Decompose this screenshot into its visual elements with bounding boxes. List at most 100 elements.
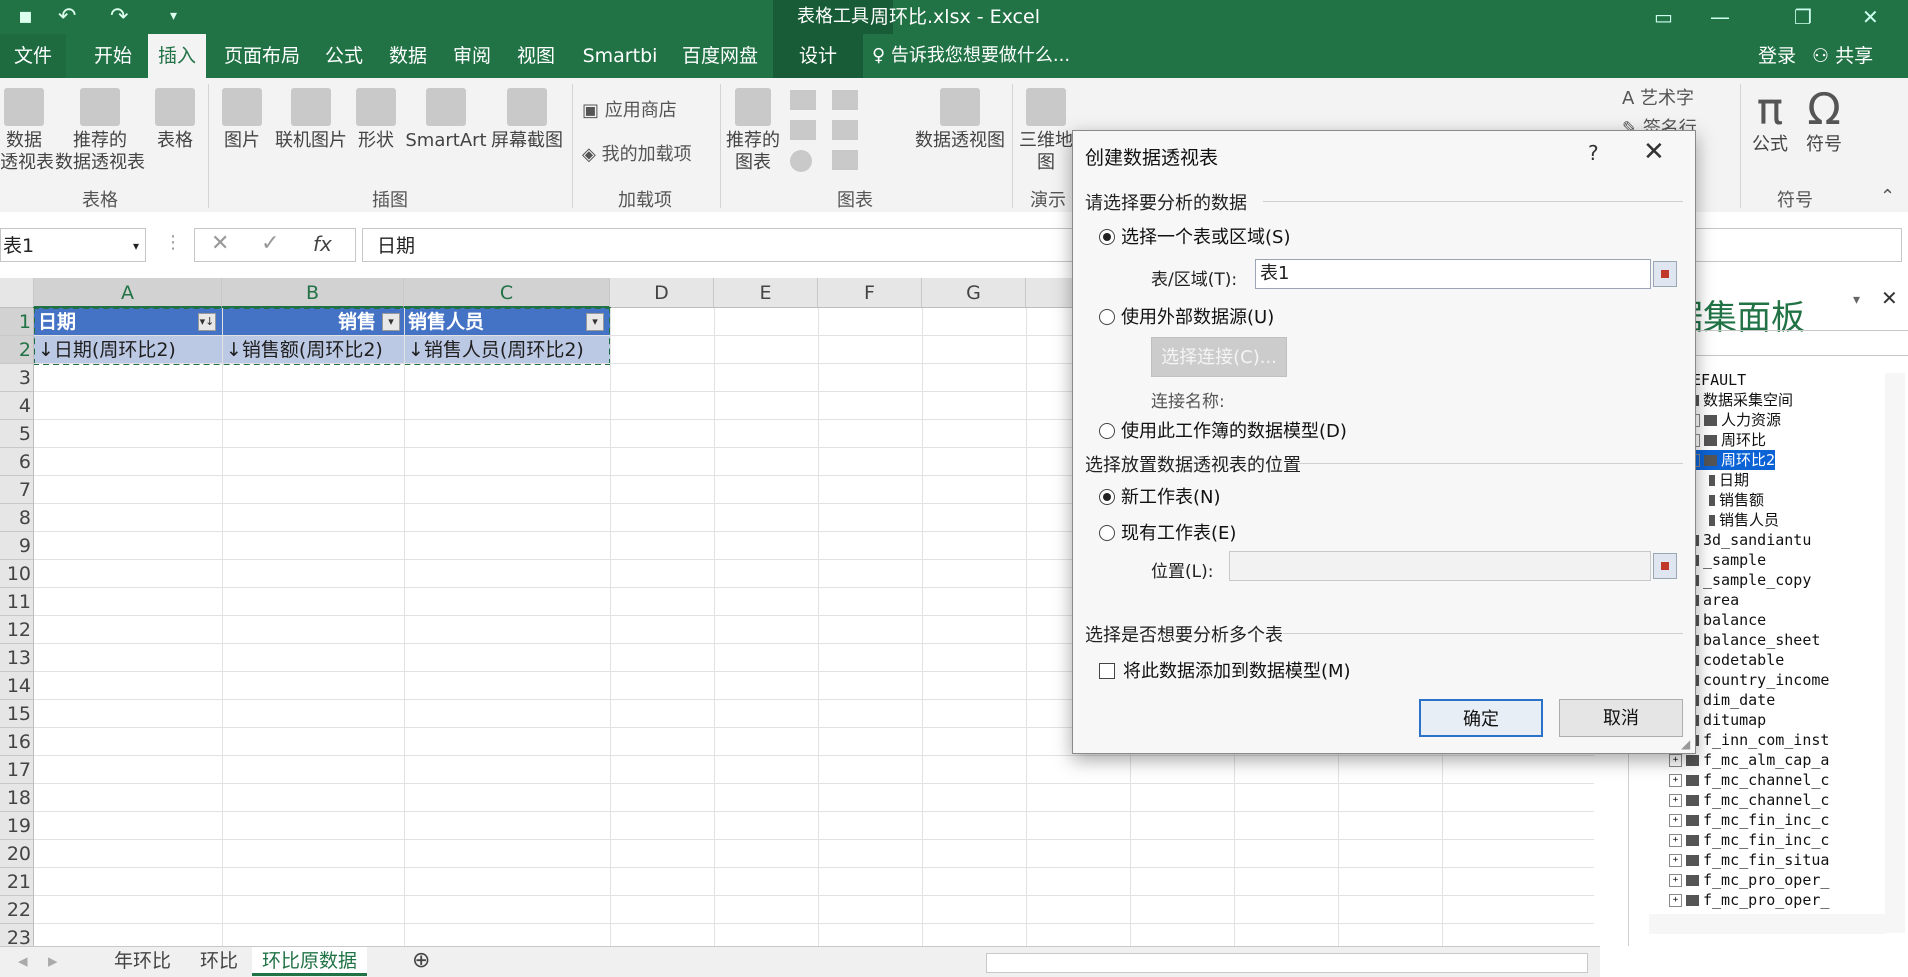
hierarchy-chart-icon[interactable] bbox=[832, 90, 858, 110]
undo-icon[interactable]: ↶ bbox=[58, 4, 76, 29]
name-box-dropdown-icon[interactable]: ▾ bbox=[133, 229, 139, 263]
pivot-table-button[interactable]: 数据 透视表 bbox=[0, 88, 54, 174]
radio-select-table[interactable]: 选择一个表或区域(S) bbox=[1099, 223, 1290, 249]
tab-review[interactable]: 审阅 bbox=[446, 34, 498, 78]
tab-page-layout[interactable]: 页面布局 bbox=[216, 34, 308, 78]
customize-qat-icon[interactable]: ▾ bbox=[170, 8, 177, 24]
sheet-tab[interactable]: 年环比 bbox=[114, 947, 171, 975]
tree-item[interactable]: 销售人员 bbox=[1709, 510, 1779, 530]
redo-icon[interactable]: ↷ bbox=[110, 4, 128, 29]
add-to-data-model-checkbox[interactable]: 将此数据添加到数据模型(M) bbox=[1099, 657, 1351, 683]
wordart-button[interactable]: A 艺术字 bbox=[1622, 84, 1694, 110]
chart-type-gallery[interactable] bbox=[790, 90, 910, 172]
panel-hscrollbar[interactable] bbox=[1649, 914, 1885, 934]
my-addins-button[interactable]: ◈ 我的加载项 bbox=[582, 140, 692, 166]
expand-toggle-icon[interactable]: + bbox=[1669, 854, 1682, 867]
sheet-tab-active[interactable]: 环比原数据 bbox=[252, 947, 368, 976]
expand-toggle-icon[interactable]: + bbox=[1669, 754, 1682, 767]
row-header[interactable]: 11 bbox=[0, 588, 34, 616]
tree-item[interactable]: 日期 bbox=[1709, 470, 1749, 490]
scatter-chart-icon[interactable] bbox=[832, 150, 858, 170]
row-header[interactable]: 7 bbox=[0, 476, 34, 504]
row-header[interactable]: 19 bbox=[0, 812, 34, 840]
scroll-left-icon[interactable]: ◂ bbox=[18, 947, 28, 975]
tree-item[interactable]: + f_mc_pro_oper_ bbox=[1669, 870, 1829, 890]
tell-me-search[interactable]: ♀ 告诉我您想要做什么... bbox=[872, 34, 1070, 78]
tab-design[interactable]: 设计 bbox=[773, 34, 863, 78]
col-header-c[interactable]: C bbox=[404, 278, 610, 308]
col-header-b[interactable]: B bbox=[222, 278, 404, 308]
screenshot-button[interactable]: 屏幕截图 bbox=[488, 88, 566, 152]
panel-close-icon[interactable]: ✕ bbox=[1881, 286, 1898, 310]
row-header[interactable]: 14 bbox=[0, 672, 34, 700]
symbol-button[interactable]: Ω 符号 bbox=[1798, 86, 1850, 156]
minimize-icon[interactable]: — bbox=[1710, 0, 1730, 34]
row-header[interactable]: 9 bbox=[0, 532, 34, 560]
line-chart-icon[interactable] bbox=[790, 120, 816, 140]
horizontal-scrollbar[interactable] bbox=[986, 953, 1588, 973]
range-collapse-icon[interactable] bbox=[1653, 261, 1677, 287]
statistic-chart-icon[interactable] bbox=[832, 120, 858, 140]
insert-function-icon[interactable]: fx bbox=[313, 232, 332, 256]
radio-data-model[interactable]: 使用此工作簿的数据模型(D) bbox=[1099, 417, 1347, 443]
tree-item[interactable]: + f_mc_pro_oper_ bbox=[1669, 890, 1829, 910]
smartart-button[interactable]: SmartArt bbox=[404, 88, 488, 152]
tab-insert[interactable]: 插入 bbox=[148, 34, 206, 78]
cancel-button[interactable]: 取消 bbox=[1559, 699, 1683, 737]
row-header[interactable]: 12 bbox=[0, 616, 34, 644]
tree-item[interactable]: + f_mc_channel_c bbox=[1669, 770, 1829, 790]
row-header[interactable]: 1 bbox=[0, 308, 34, 336]
panel-scrollbar[interactable] bbox=[1885, 373, 1905, 933]
expand-toggle-icon[interactable]: + bbox=[1669, 814, 1682, 827]
tree-item[interactable]: +周环比 bbox=[1687, 430, 1766, 450]
shapes-button[interactable]: 形状 bbox=[352, 88, 400, 152]
tree-item[interactable]: +人力资源 bbox=[1687, 410, 1781, 430]
col-header-d[interactable]: D bbox=[610, 278, 714, 308]
tab-baidu[interactable]: 百度网盘 bbox=[676, 34, 764, 78]
radio-external-source[interactable]: 使用外部数据源(U) bbox=[1099, 303, 1274, 329]
expand-toggle-icon[interactable]: + bbox=[1669, 894, 1682, 907]
expand-toggle-icon[interactable]: + bbox=[1669, 874, 1682, 887]
tab-formulas[interactable]: 公式 bbox=[318, 34, 370, 78]
tree-item[interactable]: + f_mc_channel_c bbox=[1669, 790, 1829, 810]
row-header[interactable]: 17 bbox=[0, 756, 34, 784]
row-header[interactable]: 22 bbox=[0, 896, 34, 924]
panel-search-input[interactable] bbox=[1659, 330, 1908, 356]
row-header[interactable]: 18 bbox=[0, 784, 34, 812]
tree-item[interactable]: + f_mc_fin_inc_c bbox=[1669, 810, 1829, 830]
row-header[interactable]: 4 bbox=[0, 392, 34, 420]
scroll-right-icon[interactable]: ▸ bbox=[48, 947, 58, 975]
3d-map-button[interactable]: 三维地 图 bbox=[1016, 88, 1076, 174]
tree-item[interactable]: + f_mc_fin_inc_c bbox=[1669, 830, 1829, 850]
ok-button[interactable]: 确定 bbox=[1419, 699, 1543, 737]
tree-item[interactable]: 销售额 bbox=[1709, 490, 1764, 510]
equation-button[interactable]: π 公式 bbox=[1744, 86, 1796, 156]
name-box[interactable]: 表1 ▾ bbox=[0, 228, 146, 262]
col-header-e[interactable]: E bbox=[714, 278, 818, 308]
row-header[interactable]: 21 bbox=[0, 868, 34, 896]
row-header[interactable]: 16 bbox=[0, 728, 34, 756]
pie-chart-icon[interactable] bbox=[790, 150, 812, 172]
row-header[interactable]: 20 bbox=[0, 840, 34, 868]
tab-file[interactable]: 文件 bbox=[0, 34, 66, 78]
login-link[interactable]: 登录 bbox=[1758, 34, 1796, 78]
close-window-icon[interactable]: ✕ bbox=[1862, 0, 1879, 34]
column-chart-icon[interactable] bbox=[790, 90, 816, 110]
row-header[interactable]: 13 bbox=[0, 644, 34, 672]
col-header-a[interactable]: A bbox=[34, 278, 222, 308]
enter-icon[interactable]: ✓ bbox=[261, 231, 279, 256]
restore-icon[interactable]: ❐ bbox=[1794, 0, 1812, 34]
col-header-f[interactable]: F bbox=[818, 278, 922, 308]
location-collapse-icon[interactable] bbox=[1653, 553, 1677, 579]
row-header[interactable]: 5 bbox=[0, 420, 34, 448]
select-all-corner[interactable] bbox=[0, 278, 34, 308]
help-button[interactable]: ? bbox=[1588, 141, 1599, 165]
save-icon[interactable]: ▪ bbox=[18, 4, 33, 29]
row-header[interactable]: 10 bbox=[0, 560, 34, 588]
resize-grip-icon[interactable]: ◢ bbox=[1681, 737, 1690, 751]
tab-home[interactable]: 开始 bbox=[84, 34, 142, 78]
online-picture-button[interactable]: 联机图片 bbox=[270, 88, 352, 152]
radio-new-worksheet[interactable]: 新工作表(N) bbox=[1099, 483, 1221, 509]
picture-button[interactable]: 图片 bbox=[216, 88, 268, 152]
panel-menu-icon[interactable]: ▾ bbox=[1853, 292, 1860, 308]
